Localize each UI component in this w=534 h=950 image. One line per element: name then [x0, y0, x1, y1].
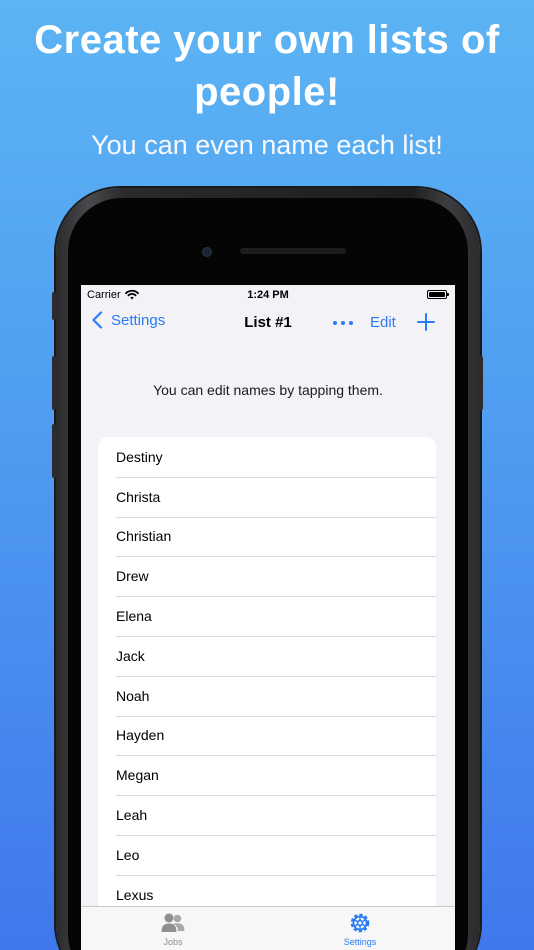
promo-subheadline: You can even name each list! [91, 130, 443, 160]
edit-button[interactable]: Edit [370, 314, 396, 331]
volume-down-button [52, 424, 56, 478]
volume-up-button [52, 356, 56, 410]
list-item[interactable]: Megan [98, 755, 436, 795]
people-icon [161, 913, 185, 932]
back-button-label: Settings [111, 311, 166, 329]
tab-jobs-label: Jobs [163, 937, 183, 947]
tab-jobs[interactable]: Jobs [133, 911, 213, 947]
list-item[interactable]: Destiny [98, 437, 436, 477]
list-item[interactable]: Jack [98, 635, 436, 676]
gear-icon [350, 913, 370, 933]
navigation-bar: Settings List #1 Edit [81, 309, 455, 337]
list-item[interactable]: Drew [98, 556, 436, 596]
promo-headline-line2: people! [194, 70, 340, 114]
list-item[interactable]: Noah [98, 675, 436, 716]
list-item[interactable]: Hayden [98, 715, 436, 756]
list-item[interactable]: Christian [98, 516, 436, 557]
list-item[interactable]: Christa [98, 476, 436, 517]
chevron-left-icon [92, 311, 103, 329]
promo-headline-line1: Create your own lists of [34, 18, 500, 62]
edit-hint-text: You can edit names by tapping them. [153, 382, 383, 398]
tab-settings[interactable]: Settings [320, 911, 400, 947]
battery-icon [427, 290, 449, 299]
plus-icon[interactable] [415, 311, 437, 333]
earpiece-speaker [240, 248, 346, 254]
front-camera [202, 247, 212, 257]
ellipsis-icon [333, 321, 337, 325]
promo-headline: Create your own lists of people! [0, 14, 534, 118]
silent-switch [52, 292, 56, 320]
list-item[interactable]: Leah [98, 795, 436, 835]
tab-settings-label: Settings [343, 937, 377, 947]
people-list: Destiny Christa Christian Drew Elena Jack Noah… [98, 437, 436, 950]
back-button[interactable]: Settings [91, 311, 165, 329]
phone-screen: Carrier 1:24 PM Settings List #1 Edit Yo… [81, 285, 455, 950]
list-item[interactable]: Elena [98, 596, 436, 636]
power-button [479, 356, 483, 410]
list-item[interactable]: Leo [98, 834, 436, 875]
ellipsis-dot [341, 321, 345, 325]
more-options-button[interactable] [331, 313, 355, 333]
status-bar: Carrier 1:24 PM [81, 285, 455, 305]
status-time: 1:24 PM [247, 289, 289, 301]
ellipsis-dot [349, 321, 353, 325]
tab-bar: Jobs Settings [81, 906, 455, 950]
